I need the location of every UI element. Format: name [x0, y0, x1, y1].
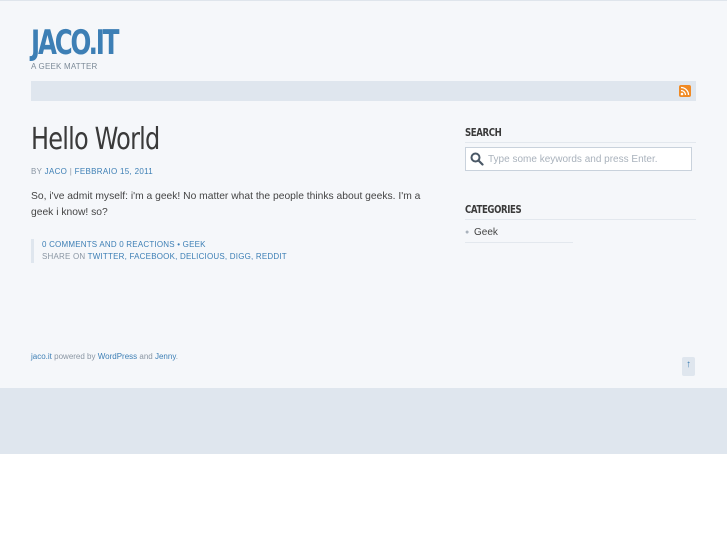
- bullet-icon: ●: [465, 229, 470, 236]
- theme-link[interactable]: Jenny: [155, 352, 176, 361]
- page-container: JACO.IT A GEEK MATTER Hello World BY JAC…: [0, 0, 727, 388]
- post-footer: 0 COMMENTS AND 0 REACTIONS • GEEK SHARE …: [31, 239, 287, 263]
- share-reddit-link[interactable]: REDDIT: [256, 252, 287, 261]
- author-link[interactable]: JACO: [45, 167, 68, 176]
- powered-by-text: powered by: [54, 352, 96, 361]
- category-label[interactable]: Geek: [474, 227, 498, 238]
- credits-period: .: [175, 352, 178, 361]
- search-input[interactable]: [488, 148, 686, 170]
- search-heading: SEARCH: [465, 126, 696, 143]
- site-logo[interactable]: JACO.IT: [31, 23, 119, 63]
- search-box: [465, 147, 692, 171]
- and-text: and: [139, 352, 153, 361]
- arrow-up-icon: ↑: [686, 359, 691, 370]
- share-delicious-link[interactable]: DELICIOUS: [180, 252, 225, 261]
- rss-icon[interactable]: [679, 85, 691, 97]
- category-item-geek[interactable]: ● Geek: [465, 225, 573, 243]
- search-icon: [470, 152, 484, 166]
- share-label: SHARE ON: [42, 252, 86, 261]
- footer-band: [0, 388, 727, 454]
- site-home-link[interactable]: jaco.it: [31, 352, 52, 361]
- date-link[interactable]: FEBBRAIO 15, 2011: [75, 167, 153, 176]
- post-category-link[interactable]: GEEK: [183, 240, 206, 249]
- post-title[interactable]: Hello World: [31, 122, 160, 157]
- post-meta: BY JACO | FEBBRAIO 15, 2011: [31, 167, 153, 176]
- post-content: So, i've admit myself: i'm a geek! No ma…: [31, 191, 421, 218]
- wordpress-link[interactable]: WordPress: [98, 352, 137, 361]
- back-to-top-button[interactable]: ↑: [682, 357, 695, 376]
- nav-bar: [31, 81, 696, 101]
- share-twitter-link[interactable]: TWITTER: [88, 252, 125, 261]
- comments-link[interactable]: 0 COMMENTS AND 0 REACTIONS: [42, 240, 175, 249]
- meta-separator: |: [69, 167, 73, 176]
- share-facebook-link[interactable]: FACEBOOK: [130, 252, 176, 261]
- meta-by-label: BY: [31, 167, 43, 176]
- category-separator: •: [177, 240, 181, 249]
- share-digg-link[interactable]: DIGG: [230, 252, 251, 261]
- footer-credits: jaco.it powered by WordPress and Jenny.: [31, 352, 178, 361]
- categories-heading: CATEGORIES: [465, 203, 696, 220]
- site-tagline: A GEEK MATTER: [31, 62, 98, 71]
